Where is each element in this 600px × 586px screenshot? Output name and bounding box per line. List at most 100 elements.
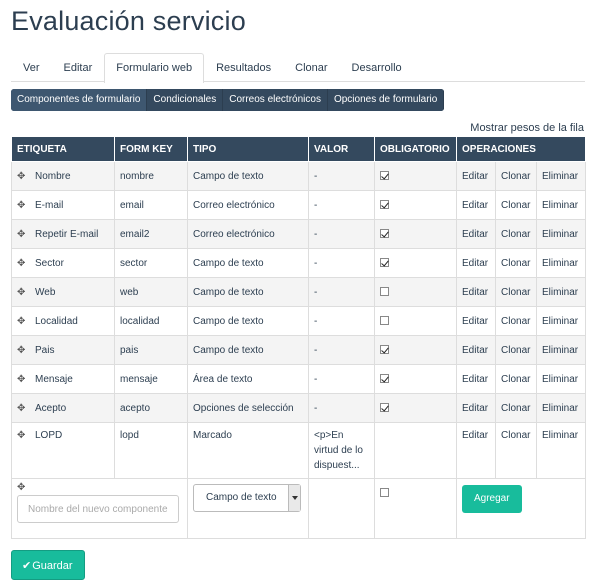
delete-link[interactable]: Eliminar	[542, 345, 578, 356]
tab-desarrollo[interactable]: Desarrollo	[340, 53, 414, 82]
edit-cell: Editar	[456, 393, 496, 423]
move-icon[interactable]: ✥	[17, 403, 27, 414]
subtab-correos-electrónicos[interactable]: Correos electrónicos	[223, 89, 328, 111]
new-label-cell: ✥	[11, 478, 188, 539]
value-cell: -	[308, 335, 375, 365]
move-icon[interactable]: ✥	[17, 316, 27, 327]
subtab-componentes-de-formulario[interactable]: Componentes de formulario	[11, 89, 148, 111]
delete-link[interactable]: Eliminar	[542, 258, 578, 269]
required-checkbox[interactable]	[380, 200, 389, 210]
required-cell	[374, 277, 457, 307]
clone-link[interactable]: Clonar	[501, 200, 530, 211]
required-cell	[374, 335, 457, 365]
required-cell	[374, 364, 457, 394]
clone-link[interactable]: Clonar	[501, 374, 530, 385]
required-checkbox[interactable]	[380, 258, 389, 268]
required-checkbox[interactable]	[380, 316, 389, 326]
clone-link[interactable]: Clonar	[501, 345, 530, 356]
edit-cell: Editar	[456, 190, 496, 220]
clone-link[interactable]: Clonar	[501, 430, 530, 441]
delete-link[interactable]: Eliminar	[542, 200, 578, 211]
new-component-name-input[interactable]	[17, 495, 179, 523]
clone-link[interactable]: Clonar	[501, 316, 530, 327]
component-label: Mensaje	[35, 373, 73, 385]
table-row: ✥ Localidad localidad Campo de texto - Editar…	[11, 306, 587, 336]
clone-cell: Clonar	[495, 306, 537, 336]
component-label: E-mail	[35, 199, 64, 211]
form-key-cell: email2	[114, 219, 188, 249]
save-button[interactable]: ✔Guardar	[11, 550, 85, 580]
edit-link[interactable]: Editar	[462, 430, 488, 441]
required-checkbox[interactable]	[380, 345, 389, 355]
edit-cell: Editar	[456, 335, 496, 365]
subtab-condicionales[interactable]: Condicionales	[147, 89, 224, 111]
form-key-cell: lopd	[114, 422, 188, 479]
table-row: ✥ Mensaje mensaje Área de texto - Editar Clona…	[11, 364, 587, 394]
edit-link[interactable]: Editar	[462, 345, 488, 356]
form-key-cell: pais	[114, 335, 188, 365]
subtab-opciones-de-formulario[interactable]: Opciones de formulario	[327, 89, 445, 111]
required-checkbox[interactable]	[380, 171, 389, 181]
move-icon[interactable]: ✥	[17, 258, 27, 269]
type-cell: Campo de texto	[187, 335, 309, 365]
delete-link[interactable]: Eliminar	[542, 403, 578, 414]
required-checkbox[interactable]	[380, 403, 389, 413]
label-cell: ✥ Mensaje	[11, 364, 115, 394]
clone-link[interactable]: Clonar	[501, 171, 530, 182]
delete-cell: Eliminar	[535, 306, 587, 336]
form-key-cell: acepto	[114, 393, 188, 423]
delete-link[interactable]: Eliminar	[542, 374, 578, 385]
required-cell	[374, 190, 457, 220]
move-icon[interactable]: ✥	[17, 229, 27, 240]
edit-link[interactable]: Editar	[462, 287, 488, 298]
delete-link[interactable]: Eliminar	[542, 287, 578, 298]
clone-link[interactable]: Clonar	[501, 229, 530, 240]
label-cell: ✥ Sector	[11, 248, 115, 278]
tab-formulario-web[interactable]: Formulario web	[104, 53, 205, 83]
edit-link[interactable]: Editar	[462, 200, 488, 211]
required-checkbox[interactable]	[380, 287, 389, 297]
delete-link[interactable]: Eliminar	[542, 171, 578, 182]
tab-editar[interactable]: Editar	[52, 53, 105, 82]
move-icon[interactable]: ✥	[17, 200, 27, 211]
tab-clonar[interactable]: Clonar	[283, 53, 339, 82]
move-icon[interactable]: ✥	[17, 428, 27, 443]
clone-link[interactable]: Clonar	[501, 287, 530, 298]
move-icon[interactable]: ✥	[17, 287, 27, 298]
required-checkbox[interactable]	[380, 374, 389, 384]
tab-ver[interactable]: Ver	[11, 53, 52, 82]
tab-resultados[interactable]: Resultados	[204, 53, 283, 82]
delete-link[interactable]: Eliminar	[542, 430, 578, 441]
clone-cell: Clonar	[495, 422, 537, 479]
label-cell: ✥ Pais	[11, 335, 115, 365]
delete-link[interactable]: Eliminar	[542, 229, 578, 240]
edit-link[interactable]: Editar	[462, 229, 488, 240]
move-icon[interactable]: ✥	[17, 482, 27, 493]
clone-link[interactable]: Clonar	[501, 403, 530, 414]
new-component-row: ✥ Campo de texto Agregar	[11, 478, 587, 539]
move-icon[interactable]: ✥	[17, 171, 27, 182]
show-row-weights-link[interactable]: Mostrar pesos de la fila	[470, 122, 584, 134]
edit-link[interactable]: Editar	[462, 316, 488, 327]
component-label: Pais	[35, 344, 55, 356]
new-required-checkbox[interactable]	[380, 487, 389, 497]
value-cell: -	[308, 277, 375, 307]
edit-cell: Editar	[456, 306, 496, 336]
delete-link[interactable]: Eliminar	[542, 316, 578, 327]
move-icon[interactable]: ✥	[17, 345, 27, 356]
value-cell: -	[308, 306, 375, 336]
required-checkbox[interactable]	[380, 229, 389, 239]
edit-link[interactable]: Editar	[462, 374, 488, 385]
type-cell: Campo de texto	[187, 248, 309, 278]
label-cell: ✥ Nombre	[11, 161, 115, 191]
edit-link[interactable]: Editar	[462, 403, 488, 414]
edit-link[interactable]: Editar	[462, 258, 488, 269]
edit-link[interactable]: Editar	[462, 171, 488, 182]
component-type-select[interactable]: Campo de texto	[193, 484, 301, 512]
add-button[interactable]: Agregar	[462, 485, 522, 513]
required-cell	[374, 248, 457, 278]
clone-cell: Clonar	[495, 219, 537, 249]
clone-link[interactable]: Clonar	[501, 258, 530, 269]
move-icon[interactable]: ✥	[17, 374, 27, 385]
form-key-cell: mensaje	[114, 364, 188, 394]
